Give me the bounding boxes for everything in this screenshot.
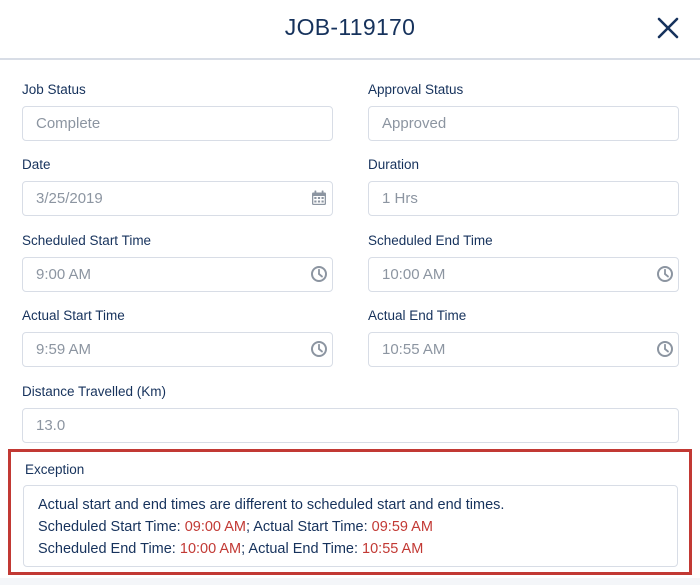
- date-input[interactable]: 3/25/2019: [22, 181, 333, 216]
- actual-end-exception-value: 10:55 AM: [362, 541, 424, 557]
- date-field: Date 3/25/2019: [22, 156, 333, 216]
- actual-end-input[interactable]: 10:55 AM: [368, 332, 679, 367]
- close-icon: [657, 17, 679, 39]
- exception-line-start: Scheduled Start Time: 09:00 AM; Actual S…: [38, 516, 504, 538]
- scheduled-end-exception-value: 10:00 AM: [179, 541, 242, 557]
- distance-value: 13.0: [36, 417, 66, 434]
- job-status-field: Job Status Complete: [22, 81, 333, 141]
- scheduled-start-label: Scheduled Start Time: [22, 233, 152, 248]
- scheduled-end-field: Scheduled End Time 10:00 AM: [368, 232, 679, 292]
- exception-text: Actual start and end times are different…: [38, 494, 504, 560]
- exception-textarea[interactable]: Actual start and end times are different…: [23, 485, 678, 567]
- scheduled-start-prefix: Scheduled Start Time:: [38, 519, 185, 535]
- distance-label: Distance Travelled (Km): [22, 384, 167, 399]
- distance-input[interactable]: 13.0: [22, 408, 679, 443]
- actual-start-exception-value: 09:59 AM: [371, 519, 433, 535]
- clock-icon[interactable]: [310, 340, 328, 358]
- scheduled-end-label: Scheduled End Time: [368, 233, 493, 248]
- scheduled-start-value: 9:00 AM: [36, 266, 92, 283]
- duration-input[interactable]: 1 Hrs: [368, 181, 679, 216]
- actual-start-prefix: ; Actual Start Time:: [245, 519, 372, 535]
- scheduled-end-input[interactable]: 10:00 AM: [368, 257, 679, 292]
- date-label: Date: [22, 157, 51, 172]
- clock-icon[interactable]: [656, 265, 674, 283]
- exception-label: Exception: [25, 462, 85, 477]
- date-value: 3/25/2019: [36, 190, 103, 207]
- clock-icon[interactable]: [310, 265, 328, 283]
- close-button[interactable]: [654, 12, 682, 44]
- scheduled-start-field: Scheduled Start Time 9:00 AM: [22, 232, 333, 292]
- actual-start-label: Actual Start Time: [22, 308, 125, 323]
- exception-line-summary: Actual start and end times are different…: [38, 497, 505, 513]
- exception-line-end: Scheduled End Time: 10:00 AM; Actual End…: [38, 538, 504, 560]
- approval-status-label: Approval Status: [368, 82, 464, 97]
- scheduled-end-prefix: Scheduled End Time:: [38, 541, 180, 557]
- exception-highlight: Exception Actual start and end times are…: [8, 449, 692, 575]
- scheduled-end-value: 10:00 AM: [382, 266, 446, 283]
- modal-title: JOB-119170: [284, 14, 416, 40]
- job-status-input[interactable]: Complete: [22, 106, 333, 141]
- actual-end-label: Actual End Time: [368, 308, 467, 323]
- actual-start-value: 9:59 AM: [36, 341, 92, 358]
- actual-end-field: Actual End Time 10:55 AM: [368, 307, 679, 367]
- actual-start-field: Actual Start Time 9:59 AM: [22, 307, 333, 367]
- job-status-label: Job Status: [22, 82, 86, 97]
- approval-status-field: Approval Status Approved: [368, 81, 679, 141]
- duration-value: 1 Hrs: [382, 190, 418, 207]
- approval-status-input[interactable]: Approved: [368, 106, 679, 141]
- approval-status-value: Approved: [382, 115, 447, 132]
- distance-field: Distance Travelled (Km) 13.0: [22, 383, 679, 443]
- scheduled-start-input[interactable]: 9:00 AM: [22, 257, 333, 292]
- clock-icon[interactable]: [656, 340, 674, 358]
- actual-end-prefix: ; Actual End Time:: [241, 541, 363, 557]
- scheduled-start-exception-value: 09:00 AM: [184, 519, 246, 535]
- calendar-icon[interactable]: [310, 189, 328, 207]
- actual-start-input[interactable]: 9:59 AM: [22, 332, 333, 367]
- job-status-value: Complete: [36, 115, 101, 132]
- modal-header: JOB-119170: [0, 0, 700, 60]
- duration-field: Duration 1 Hrs: [368, 156, 679, 216]
- actual-end-value: 10:55 AM: [382, 341, 446, 358]
- modal-bottom-edge: [0, 578, 700, 585]
- duration-label: Duration: [368, 157, 420, 172]
